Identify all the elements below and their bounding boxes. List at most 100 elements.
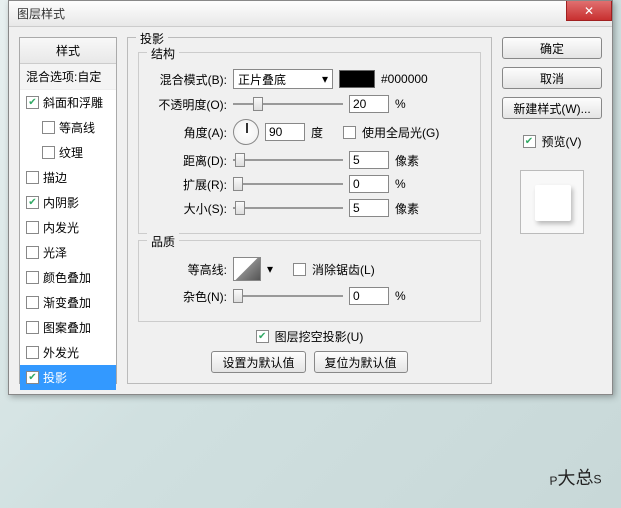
sidebar-checkbox[interactable]: ✔	[26, 371, 39, 384]
sidebar-item-4[interactable]: ✔ 内阴影	[20, 190, 116, 215]
sidebar-item-1[interactable]: 等高线	[20, 115, 116, 140]
blend-mode-select[interactable]: 正片叠底 ▾	[233, 69, 333, 89]
sidebar-item-label: 等高线	[59, 119, 95, 136]
size-label: 大小(S):	[149, 200, 227, 217]
sidebar-checkbox[interactable]	[26, 171, 39, 184]
antialias-checkbox[interactable]	[293, 263, 306, 276]
color-swatch[interactable]	[339, 70, 375, 88]
global-light-checkbox[interactable]	[343, 126, 356, 139]
angle-input[interactable]: 90	[265, 123, 305, 141]
sidebar-item-6[interactable]: 光泽	[20, 240, 116, 265]
preview-label: 预览(V)	[542, 133, 582, 150]
knockout-row: ✔ 图层挖空投影(U)	[138, 328, 481, 345]
opacity-slider[interactable]	[233, 96, 343, 112]
preview-checkbox[interactable]: ✔	[523, 135, 536, 148]
sidebar-item-9[interactable]: 图案叠加	[20, 315, 116, 340]
sidebar-item-label: 外发光	[43, 344, 79, 361]
cancel-button[interactable]: 取消	[502, 67, 602, 89]
size-row: 大小(S): 5 像素	[149, 199, 470, 217]
color-hex-label: #000000	[381, 72, 428, 86]
panel-fieldset: 投影 结构 混合模式(B): 正片叠底 ▾ #000000	[127, 37, 492, 384]
spread-label: 扩展(R):	[149, 176, 227, 193]
opacity-label: 不透明度(O):	[149, 96, 227, 113]
angle-label: 角度(A):	[149, 124, 227, 141]
sidebar-checkbox[interactable]	[26, 271, 39, 284]
sidebar-item-3[interactable]: 描边	[20, 165, 116, 190]
default-buttons-row: 设置为默认值 复位为默认值	[138, 351, 481, 373]
spread-slider[interactable]	[233, 176, 343, 192]
opacity-unit: %	[395, 97, 421, 111]
spread-unit: %	[395, 177, 421, 191]
angle-dial[interactable]	[233, 119, 259, 145]
sidebar-item-label: 内发光	[43, 219, 79, 236]
noise-input[interactable]: 0	[349, 287, 389, 305]
preview-thumbnail	[520, 170, 584, 234]
knockout-checkbox[interactable]: ✔	[256, 330, 269, 343]
sidebar-item-7[interactable]: 颜色叠加	[20, 265, 116, 290]
sidebar-item-11[interactable]: ✔ 投影	[20, 365, 116, 390]
close-button[interactable]: ✕	[566, 1, 612, 21]
sidebar-checkbox[interactable]	[42, 146, 55, 159]
angle-row: 角度(A): 90 度 使用全局光(G)	[149, 119, 470, 145]
chevron-down-icon: ▾	[322, 72, 328, 86]
size-unit: 像素	[395, 200, 421, 217]
distance-slider[interactable]	[233, 152, 343, 168]
noise-slider[interactable]	[233, 288, 343, 304]
sidebar-checkbox[interactable]	[26, 321, 39, 334]
blend-mode-value: 正片叠底	[238, 71, 286, 88]
angle-unit: 度	[311, 124, 337, 141]
styles-sidebar: 样式 混合选项:自定 ✔斜面和浮雕等高线纹理描边 ✔ 内阴影内发光光泽颜色叠加渐变叠…	[19, 37, 117, 384]
blend-row: 混合模式(B): 正片叠底 ▾ #000000	[149, 69, 470, 89]
sidebar-checkbox[interactable]	[26, 246, 39, 259]
reset-default-button[interactable]: 复位为默认值	[314, 351, 408, 373]
sidebar-item-label: 光泽	[43, 244, 67, 261]
sidebar-item-0[interactable]: ✔斜面和浮雕	[20, 90, 116, 115]
sidebar-item-8[interactable]: 渐变叠加	[20, 290, 116, 315]
antialias-label: 消除锯齿(L)	[312, 261, 375, 278]
sidebar-item-5[interactable]: 内发光	[20, 215, 116, 240]
distance-input[interactable]: 5	[349, 151, 389, 169]
sidebar-checkbox[interactable]	[26, 296, 39, 309]
sidebar-header: 样式	[20, 38, 116, 64]
right-panel: 确定 取消 新建样式(W)... ✔ 预览(V)	[502, 37, 602, 384]
sidebar-checkbox[interactable]: ✔	[26, 196, 39, 209]
sidebar-item-label: 图案叠加	[43, 319, 91, 336]
global-light-label: 使用全局光(G)	[362, 124, 439, 141]
chevron-down-icon[interactable]: ▾	[267, 262, 273, 276]
sidebar-item-2[interactable]: 纹理	[20, 140, 116, 165]
sidebar-item-label: 渐变叠加	[43, 294, 91, 311]
preview-row: ✔ 预览(V)	[502, 133, 602, 150]
sidebar-item-label: 颜色叠加	[43, 269, 91, 286]
close-icon: ✕	[584, 4, 594, 18]
sidebar-checkbox[interactable]	[42, 121, 55, 134]
blend-label: 混合模式(B):	[149, 71, 227, 88]
titlebar: 图层样式 ✕	[9, 1, 612, 27]
watermark: P大总S	[548, 433, 602, 499]
spread-input[interactable]: 0	[349, 175, 389, 193]
quality-legend: 品质	[147, 233, 179, 250]
distance-unit: 像素	[395, 152, 421, 169]
layer-style-dialog: 图层样式 ✕ 样式 混合选项:自定 ✔斜面和浮雕等高线纹理描边 ✔ 内阴影内发光光泽…	[8, 0, 613, 395]
opacity-row: 不透明度(O): 20 %	[149, 95, 470, 113]
structure-fieldset: 结构 混合模式(B): 正片叠底 ▾ #000000 不透明度(O):	[138, 52, 481, 234]
sidebar-subheader[interactable]: 混合选项:自定	[20, 64, 116, 90]
knockout-label: 图层挖空投影(U)	[275, 328, 364, 345]
distance-row: 距离(D): 5 像素	[149, 151, 470, 169]
main-area: 投影 结构 混合模式(B): 正片叠底 ▾ #000000	[127, 37, 602, 384]
size-slider[interactable]	[233, 200, 343, 216]
ok-button[interactable]: 确定	[502, 37, 602, 59]
sidebar-checkbox[interactable]: ✔	[26, 96, 39, 109]
new-style-button[interactable]: 新建样式(W)...	[502, 97, 602, 119]
contour-row: 等高线: ▾ 消除锯齿(L)	[149, 257, 470, 281]
sidebar-checkbox[interactable]	[26, 346, 39, 359]
sidebar-item-label: 内阴影	[43, 194, 79, 211]
sidebar-item-10[interactable]: 外发光	[20, 340, 116, 365]
sidebar-item-label: 纹理	[59, 144, 83, 161]
opacity-input[interactable]: 20	[349, 95, 389, 113]
sidebar-checkbox[interactable]	[26, 221, 39, 234]
center-panel: 投影 结构 混合模式(B): 正片叠底 ▾ #000000	[127, 37, 492, 384]
make-default-button[interactable]: 设置为默认值	[211, 351, 305, 373]
sidebar-item-label: 投影	[43, 369, 67, 386]
contour-picker[interactable]	[233, 257, 261, 281]
size-input[interactable]: 5	[349, 199, 389, 217]
